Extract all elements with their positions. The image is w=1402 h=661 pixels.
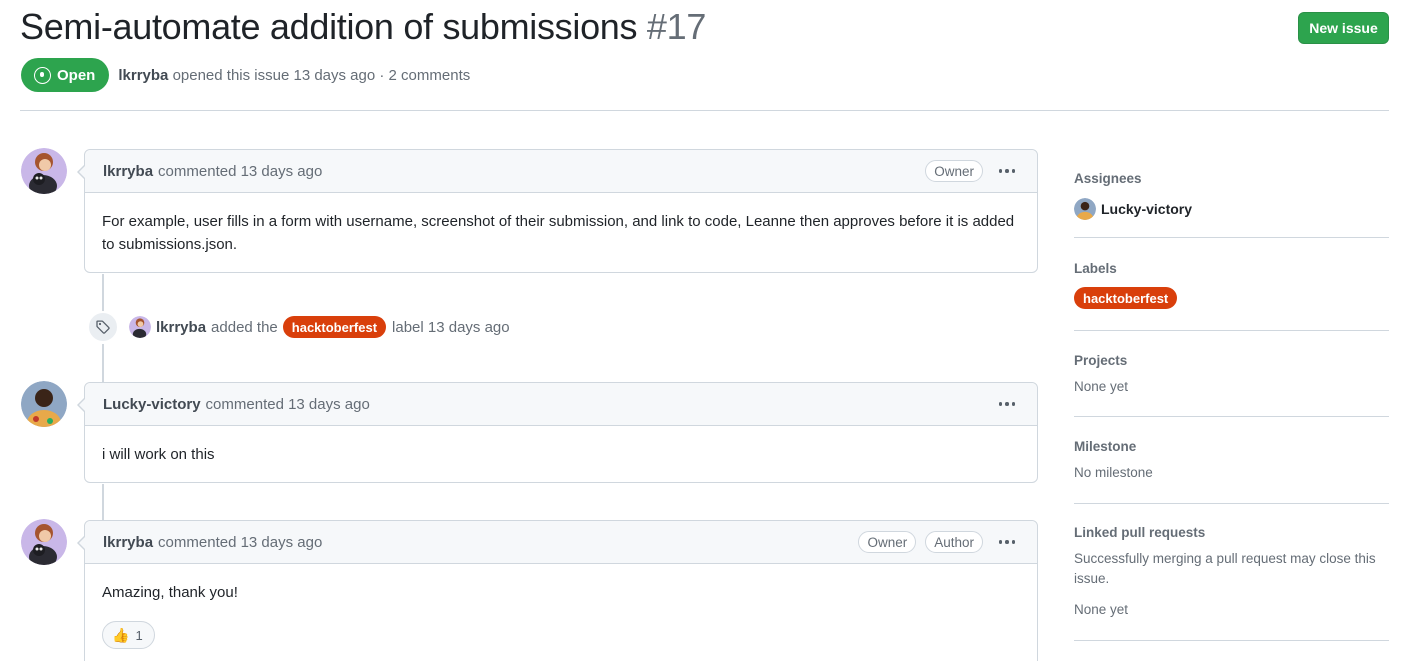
issue-meta: lkrryba opened this issue 13 days ago · … — [118, 67, 470, 84]
owner-badge: Owner — [925, 160, 983, 182]
sidebar-linked-prs: Linked pull requests Successfully mergin… — [1074, 504, 1389, 641]
comment-header: lkrryba commented 13 days ago Owner — [77, 150, 1037, 193]
comment-body: Amazing, thank you! 👍 1 — [85, 564, 1037, 661]
avatar-lkrryba-image — [21, 148, 67, 194]
sidebar-heading-milestone[interactable]: Milestone — [1074, 439, 1389, 454]
sidebar-projects: Projects None yet — [1074, 331, 1389, 417]
thumbs-up-icon: 👍 — [112, 626, 130, 643]
timeline-line — [102, 274, 104, 314]
event-text: added the — [211, 318, 278, 336]
owner-badge: Owner — [858, 531, 917, 553]
sidebar-assignees: Assignees Lucky-victory — [1074, 160, 1389, 238]
sidebar-heading-projects[interactable]: Projects — [1074, 353, 1389, 368]
reaction-count: 1 — [135, 627, 143, 643]
sidebar-labels: Labels hacktoberfest — [1074, 238, 1389, 331]
issue-meta-text: opened this issue 13 days ago · 2 commen… — [172, 66, 471, 84]
tag-icon — [87, 311, 119, 343]
label-hacktoberfest[interactable]: hacktoberfest — [282, 316, 387, 338]
issue-sidebar: Assignees Lucky-victory Labels hacktober… — [1074, 160, 1389, 641]
issue-state-row: Open lkrryba opened this issue 13 days a… — [21, 58, 470, 92]
comment-author-link[interactable]: lkrryba — [103, 163, 153, 180]
sidebar-heading-linked-prs[interactable]: Linked pull requests — [1074, 525, 1389, 540]
timeline-line — [102, 344, 104, 382]
sidebar-heading-labels[interactable]: Labels — [1074, 261, 1389, 276]
reaction-thumbs-up-button[interactable]: 👍 1 — [102, 621, 155, 649]
issue-title-text: Semi-automate addition of submissions — [20, 6, 638, 47]
sidebar-heading-assignees[interactable]: Assignees — [1074, 171, 1389, 186]
issue-opened-icon — [34, 66, 51, 84]
comment-header: lkrryba commented 13 days ago Owner Auth… — [77, 521, 1037, 564]
linked-prs-value: None yet — [1074, 602, 1129, 617]
avatar[interactable] — [21, 519, 67, 565]
author-badge: Author — [925, 531, 983, 553]
linked-prs-description: Successfully merging a pull request may … — [1074, 551, 1376, 586]
avatar — [1074, 198, 1096, 220]
label-event: lkrryba added the hacktoberfest label 13… — [87, 311, 510, 343]
comment-card: Lucky-victory commented 13 days ago i wi… — [77, 382, 1038, 483]
avatar[interactable] — [21, 148, 67, 194]
label-hacktoberfest[interactable]: hacktoberfest — [1074, 287, 1178, 309]
kebab-menu-icon[interactable] — [995, 161, 1019, 181]
new-issue-button[interactable]: New issue — [1298, 12, 1389, 44]
comment-card: lkrryba commented 13 days ago Owner Auth… — [77, 520, 1038, 661]
assignee-name: Lucky-victory — [1101, 201, 1193, 217]
sidebar-milestone: Milestone No milestone — [1074, 417, 1389, 504]
comment-header: Lucky-victory commented 13 days ago — [77, 383, 1037, 426]
event-timestamp[interactable]: label 13 days ago — [392, 319, 510, 336]
comment-body: For example, user fills in a form with u… — [102, 213, 1015, 253]
milestone-value: No milestone — [1074, 465, 1153, 480]
kebab-menu-icon[interactable] — [995, 532, 1019, 552]
issue-title: Semi-automate addition of submissions #1… — [20, 6, 706, 48]
comment-timestamp[interactable]: commented 13 days ago — [206, 396, 370, 413]
comment-timestamp[interactable]: commented 13 days ago — [158, 163, 322, 180]
issue-number: #17 — [646, 6, 707, 47]
avatar[interactable] — [129, 316, 151, 338]
avatar[interactable] — [21, 381, 67, 427]
projects-value: None yet — [1074, 379, 1129, 394]
comment-author-link[interactable]: lkrryba — [103, 534, 153, 551]
comment-body: i will work on this — [102, 446, 215, 463]
avatar-lucky-victory-image — [21, 381, 67, 427]
issue-author-link[interactable]: lkrryba — [118, 67, 168, 84]
comment-card: lkrryba commented 13 days ago Owner For … — [77, 149, 1038, 273]
comment-author-link[interactable]: Lucky-victory — [103, 396, 201, 413]
kebab-menu-icon[interactable] — [995, 394, 1019, 414]
timeline-line — [102, 484, 104, 520]
header-divider — [20, 110, 1389, 111]
status-badge: Open — [21, 58, 110, 92]
comment-body-text: Amazing, thank you! — [102, 584, 238, 601]
status-badge-label: Open — [57, 66, 96, 84]
comment-timestamp[interactable]: commented 13 days ago — [158, 534, 322, 551]
avatar-lkrryba-image — [21, 519, 67, 565]
event-actor-link[interactable]: lkrryba — [156, 319, 206, 336]
assignee-item[interactable]: Lucky-victory — [1074, 198, 1389, 220]
